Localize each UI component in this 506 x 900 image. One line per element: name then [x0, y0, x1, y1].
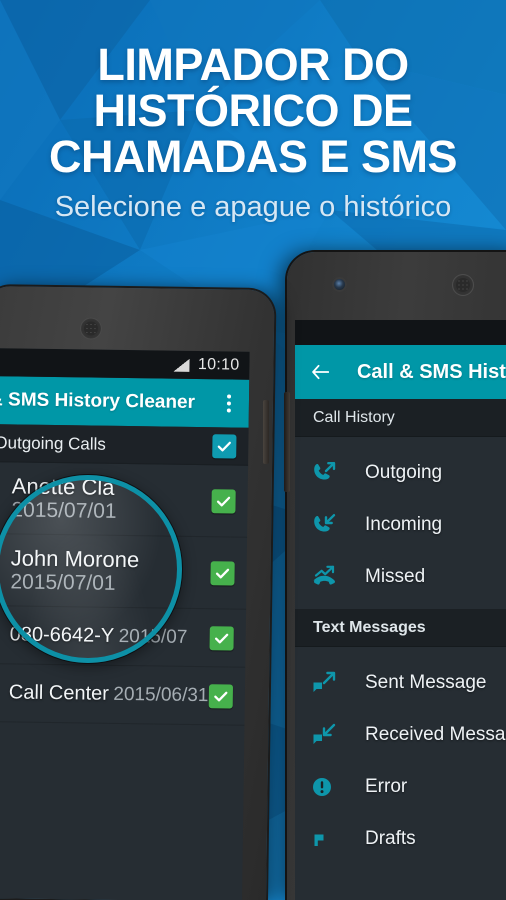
kebab-menu-icon[interactable] [223, 390, 235, 416]
menu-item-label: Incoming [365, 514, 443, 535]
menu-item-incoming[interactable]: Incoming [295, 499, 506, 551]
outgoing-call-icon [0, 692, 7, 693]
menu-item-label: Sent Message [365, 672, 487, 693]
received-message-icon [311, 722, 365, 748]
call-list-item[interactable]: Anette Cla 2015/07/01 [0, 461, 249, 538]
section-header-label: Text Messages [313, 618, 426, 636]
kebab-dot [226, 408, 231, 413]
menu-item-label: Error [365, 776, 408, 797]
status-bar-time: 10:10 [197, 356, 240, 374]
menu-item-missed[interactable]: Missed [295, 551, 506, 603]
title-line-3: CHAMADAS E SMS [48, 131, 458, 182]
phone-left-screen: 10:10 Call & SMS History Cleaner Outgoin… [0, 347, 250, 900]
contact-name: 080-6642-Y [9, 623, 115, 647]
group-header-label: Outgoing Calls [0, 432, 107, 454]
back-arrow-icon[interactable] [311, 361, 329, 383]
outgoing-call-icon [311, 460, 365, 486]
volume-button[interactable] [284, 392, 290, 492]
title-line-1: LIMPADOR DO [97, 39, 409, 90]
menu-item-sent-message[interactable]: Sent Message [295, 657, 506, 709]
phone-mockup-right: Call & SMS History Call History Outgoing [284, 252, 506, 900]
call-date: 2015/07/01 [11, 498, 117, 523]
status-bar-left: 10:10 [0, 347, 250, 380]
phone-right-screen: Call & SMS History Call History Outgoing [295, 320, 506, 900]
contact-name: Anette Cla [11, 473, 115, 500]
outgoing-call-icon [0, 482, 10, 513]
menu-item-outgoing[interactable]: Outgoing [295, 447, 506, 499]
call-info: Anette Cla 2015/07/01 [9, 473, 212, 525]
call-info: 080-6642-Y 2015/07 [8, 623, 210, 649]
kebab-dot [227, 394, 232, 399]
status-bar-right [295, 320, 506, 345]
text-messages-menu-list: Sent Message Received Message [295, 647, 506, 871]
menu-item-label: Missed [365, 566, 426, 587]
kebab-dot [226, 401, 231, 406]
call-date: 2015/07 [118, 625, 188, 648]
drafts-flag-icon [311, 826, 365, 852]
menu-item-drafts[interactable]: Drafts [295, 813, 506, 865]
app-bar-right-title: Call & SMS History [356, 360, 506, 383]
power-button[interactable] [263, 400, 269, 464]
title-line-2: HISTÓRICO DE [93, 85, 413, 136]
error-icon [311, 774, 365, 800]
call-date: 2015/06/31 [113, 683, 209, 707]
phone-mockup-left: 10:10 Call & SMS History Cleaner Outgoin… [0, 286, 275, 900]
page-title: LIMPADOR DO HISTÓRICO DE CHAMADAS E SMS [0, 0, 506, 180]
missed-call-icon [311, 564, 365, 590]
app-bar-left: Call & SMS History Cleaner [0, 375, 250, 428]
earpiece-speaker-icon [452, 274, 474, 296]
call-list-item[interactable]: Call Center 2015/06/31 [0, 663, 246, 726]
incoming-call-icon [311, 512, 365, 538]
app-bar-right: Call & SMS History [295, 345, 506, 399]
hero-banner: LIMPADOR DO HISTÓRICO DE CHAMADAS E SMS … [0, 0, 506, 224]
section-header-text-messages: Text Messages [295, 609, 506, 647]
phone-left-glass: 10:10 Call & SMS History Cleaner Outgoin… [0, 286, 275, 900]
menu-item-error[interactable]: Error [295, 761, 506, 813]
call-date: 2015/07/01 [10, 570, 116, 595]
page-subtitle: Selecione e apague o histórico [54, 191, 452, 223]
section-header-call-history: Call History [295, 399, 506, 437]
group-checkbox[interactable] [212, 433, 237, 459]
menu-item-label: Received Message [365, 724, 506, 745]
app-bar-left-title: Call & SMS History Cleaner [0, 389, 196, 413]
sent-message-icon [311, 670, 365, 696]
call-info: Call Center 2015/06/31 [7, 681, 209, 707]
call-checkbox[interactable] [209, 625, 234, 651]
menu-item-label: Drafts [365, 828, 416, 849]
call-checkbox[interactable] [208, 683, 234, 709]
menu-item-received-message[interactable]: Received Message [295, 709, 506, 761]
contact-name: John Morone [10, 545, 140, 573]
front-camera-icon [334, 279, 345, 290]
earpiece-speaker-icon [79, 317, 103, 340]
call-list-item[interactable]: 080-6642-Y 2015/07 [0, 605, 247, 668]
signal-triangle-icon [173, 358, 191, 372]
contact-name: Call Center [8, 681, 110, 705]
call-checkbox[interactable] [210, 560, 235, 586]
call-info: John Morone 2015/07/01 [8, 545, 211, 597]
group-header-outgoing-calls[interactable]: Outgoing Calls [0, 423, 249, 466]
call-history-menu-list: Outgoing Incoming Missed [295, 437, 506, 609]
call-checkbox[interactable] [211, 488, 236, 514]
menu-item-label: Outgoing [365, 462, 443, 483]
section-header-label: Call History [313, 408, 395, 426]
call-list-item[interactable]: John Morone 2015/07/01 [0, 533, 248, 610]
